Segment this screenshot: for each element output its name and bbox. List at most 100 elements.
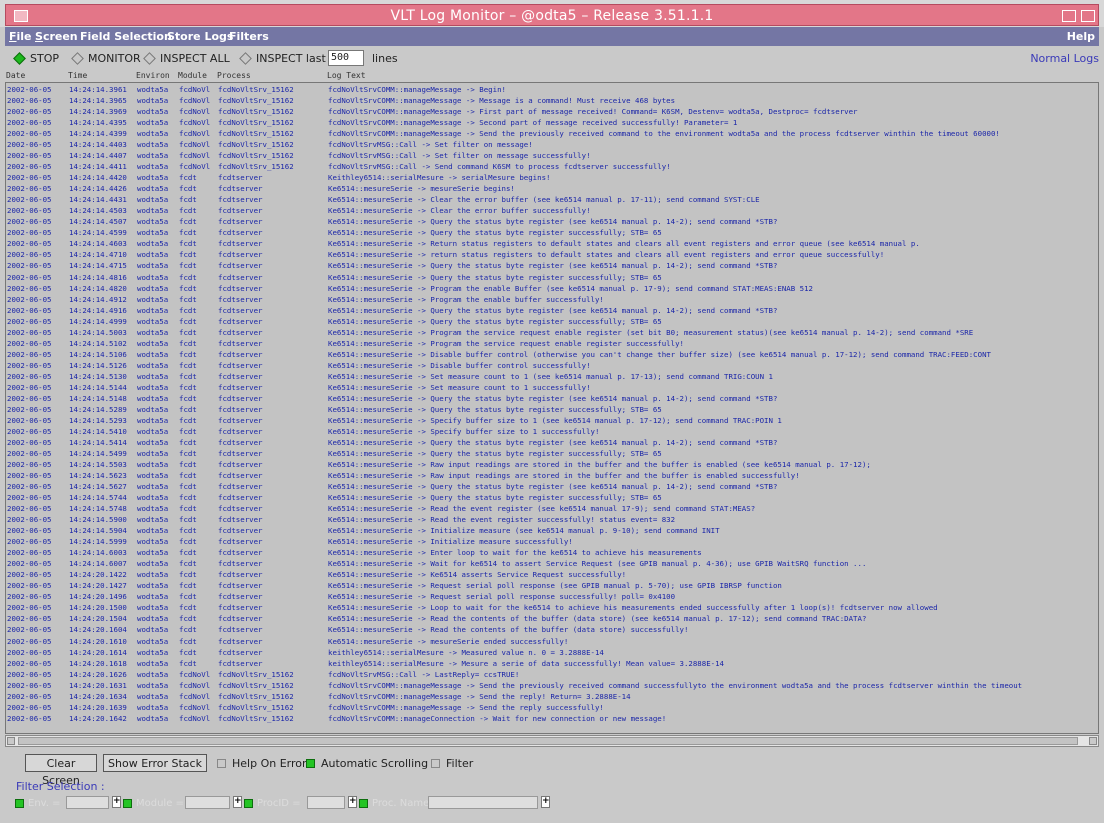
log-row[interactable]: 2002-06-05 14:24:14.5410 wodta5a fcdt fcdtse…	[6, 427, 1098, 436]
log-row[interactable]: 2002-06-05 14:24:14.4420 wodta5a fcdt fcdtse…	[6, 173, 1098, 182]
log-row[interactable]: 2002-06-05 14:24:20.1422 wodta5a fcdt fcdtse…	[6, 570, 1098, 579]
col-date[interactable]: Date	[6, 71, 25, 80]
inspect-last-radio[interactable]: INSPECT last	[239, 51, 326, 65]
col-environ[interactable]: Environ	[136, 71, 170, 80]
module-add-icon[interactable]: +	[233, 796, 242, 808]
log-row[interactable]: 2002-06-05 14:24:14.5003 wodta5a fcdt fcdtse…	[6, 328, 1098, 337]
env-add-icon[interactable]: +	[112, 796, 121, 808]
log-row[interactable]: 2002-06-05 14:24:14.4503 wodta5a fcdt fcdtse…	[6, 206, 1098, 215]
procid-filter-toggle[interactable]: ProcID =	[244, 796, 301, 810]
log-row[interactable]: 2002-06-05 14:24:14.4603 wodta5a fcdt fcdtse…	[6, 239, 1098, 248]
log-row[interactable]: 2002-06-05 14:24:20.1610 wodta5a fcdt fcdtse…	[6, 637, 1098, 646]
stop-radio[interactable]: STOP	[13, 51, 59, 65]
menu-help[interactable]: Help	[1067, 30, 1095, 43]
log-row[interactable]: 2002-06-05 14:24:14.6003 wodta5a fcdt fcdtse…	[6, 548, 1098, 557]
log-row[interactable]: 2002-06-05 14:24:20.1604 wodta5a fcdt fcdtse…	[6, 625, 1098, 634]
title-band[interactable]: VLT Log Monitor – @odta5 – Release 3.51.…	[5, 4, 1099, 26]
log-row[interactable]: 2002-06-05 14:24:14.3961 wodta5a fcdNoVl fcd…	[6, 85, 1098, 94]
horizontal-scrollbar[interactable]	[5, 735, 1099, 747]
env-filter-toggle[interactable]: Env. =	[15, 796, 61, 810]
log-row[interactable]: 2002-06-05 14:24:14.4710 wodta5a fcdt fcdtse…	[6, 250, 1098, 259]
log-row[interactable]: 2002-06-05 14:24:14.4431 wodta5a fcdt fcdtse…	[6, 195, 1098, 204]
log-row[interactable]: 2002-06-05 14:24:14.5627 wodta5a fcdt fcdtse…	[6, 482, 1098, 491]
menu-screen[interactable]: Screen	[35, 30, 78, 43]
log-row[interactable]: 2002-06-05 14:24:14.4403 wodta5a fcdNoVl fcd…	[6, 140, 1098, 149]
module-filter-toggle[interactable]: Module =	[123, 796, 184, 810]
env-filter-input[interactable]	[66, 796, 109, 809]
log-row[interactable]: 2002-06-05 14:24:14.4715 wodta5a fcdt fcdtse…	[6, 261, 1098, 270]
log-row[interactable]: 2002-06-05 14:24:20.1626 wodta5a fcdNoVl fcd…	[6, 670, 1098, 679]
log-row[interactable]: 2002-06-05 14:24:14.3965 wodta5a fcdNoVl fcd…	[6, 96, 1098, 105]
log-row[interactable]: 2002-06-05 14:24:14.5414 wodta5a fcdt fcdtse…	[6, 438, 1098, 447]
col-time[interactable]: Time	[68, 71, 87, 80]
log-row[interactable]: 2002-06-05 14:24:14.5148 wodta5a fcdt fcdtse…	[6, 394, 1098, 403]
log-row[interactable]: 2002-06-05 14:24:14.5904 wodta5a fcdt fcdtse…	[6, 526, 1098, 535]
log-row[interactable]: 2002-06-05 14:24:20.1614 wodta5a fcdt fcdtse…	[6, 648, 1098, 657]
procname-filter-input[interactable]	[428, 796, 538, 809]
log-row[interactable]: 2002-06-05 14:24:14.5126 wodta5a fcdt fcdtse…	[6, 361, 1098, 370]
log-row[interactable]: 2002-06-05 14:24:14.4507 wodta5a fcdt fcdtse…	[6, 217, 1098, 226]
log-row[interactable]: 2002-06-05 14:24:20.1427 wodta5a fcdt fcdtse…	[6, 581, 1098, 590]
inspect-all-radio[interactable]: INSPECT ALL	[143, 51, 230, 65]
log-row[interactable]: 2002-06-05 14:24:20.1504 wodta5a fcdt fcdtse…	[6, 614, 1098, 623]
minimize-icon[interactable]	[1062, 10, 1076, 22]
log-row[interactable]: 2002-06-05 14:24:14.5748 wodta5a fcdt fcdtse…	[6, 504, 1098, 513]
scroll-left-icon[interactable]	[7, 737, 15, 745]
log-row[interactable]: 2002-06-05 14:24:20.1634 wodta5a fcdNoVl fcd…	[6, 692, 1098, 701]
automatic-scrolling-checkbox[interactable]: Automatic Scrolling	[306, 756, 428, 770]
log-row[interactable]: 2002-06-05 14:24:14.4820 wodta5a fcdt fcdtse…	[6, 284, 1098, 293]
log-list[interactable]: 2002-06-05 14:24:14.3961 wodta5a fcdNoVl fcd…	[5, 82, 1099, 734]
log-row[interactable]: 2002-06-05 14:24:20.1500 wodta5a fcdt fcdtse…	[6, 603, 1098, 612]
help-on-error-checkbox[interactable]: Help On Error	[217, 756, 307, 770]
log-row[interactable]: 2002-06-05 14:24:14.4816 wodta5a fcdt fcdtse…	[6, 273, 1098, 282]
monitor-radio[interactable]: MONITOR	[71, 51, 141, 65]
log-row[interactable]: 2002-06-05 14:24:14.5503 wodta5a fcdt fcdtse…	[6, 460, 1098, 469]
normal-logs-link[interactable]: Normal Logs	[1030, 52, 1099, 65]
log-row[interactable]: 2002-06-05 14:24:14.5744 wodta5a fcdt fcdtse…	[6, 493, 1098, 502]
module-filter-input[interactable]	[185, 796, 230, 809]
log-row[interactable]: 2002-06-05 14:24:20.1496 wodta5a fcdt fcdtse…	[6, 592, 1098, 601]
log-row[interactable]: 2002-06-05 14:24:14.5130 wodta5a fcdt fcdtse…	[6, 372, 1098, 381]
log-row[interactable]: 2002-06-05 14:24:14.3969 wodta5a fcdNoVl fcd…	[6, 107, 1098, 116]
log-row[interactable]: 2002-06-05 14:24:14.4395 wodta5a fcdNoVl fcd…	[6, 118, 1098, 127]
log-row[interactable]: 2002-06-05 14:24:14.4599 wodta5a fcdt fcdtse…	[6, 228, 1098, 237]
log-row[interactable]: 2002-06-05 14:24:14.4912 wodta5a fcdt fcdtse…	[6, 295, 1098, 304]
procname-add-icon[interactable]: +	[541, 796, 550, 808]
log-row[interactable]: 2002-06-05 14:24:14.5289 wodta5a fcdt fcdtse…	[6, 405, 1098, 414]
log-row[interactable]: 2002-06-05 14:24:14.5106 wodta5a fcdt fcdtse…	[6, 350, 1098, 359]
log-row[interactable]: 2002-06-05 14:24:20.1618 wodta5a fcdt fcdtse…	[6, 659, 1098, 668]
procid-add-icon[interactable]: +	[348, 796, 357, 808]
scroll-right-icon[interactable]	[1089, 737, 1097, 745]
log-row[interactable]: 2002-06-05 14:24:14.4399 wodta5a fcdNoVl fcd…	[6, 129, 1098, 138]
log-row[interactable]: 2002-06-05 14:24:20.1631 wodta5a fcdNoVl fcd…	[6, 681, 1098, 690]
procid-filter-input[interactable]	[307, 796, 345, 809]
log-row[interactable]: 2002-06-05 14:24:14.6007 wodta5a fcdt fcdtse…	[6, 559, 1098, 568]
log-row[interactable]: 2002-06-05 14:24:20.1642 wodta5a fcdNoVl fcd…	[6, 714, 1098, 723]
menu-filters[interactable]: Filters	[229, 30, 269, 43]
clear-screen-button[interactable]: Clear Screen	[25, 754, 97, 787]
col-module[interactable]: Module	[178, 71, 207, 80]
log-row[interactable]: 2002-06-05 14:24:14.4411 wodta5a fcdNoVl fcd…	[6, 162, 1098, 171]
menu-field-selection[interactable]: Field Selection	[80, 30, 172, 43]
log-row[interactable]: 2002-06-05 14:24:14.5102 wodta5a fcdt fcdtse…	[6, 339, 1098, 348]
menu-store-logs[interactable]: Store Logs	[167, 30, 233, 43]
inspect-last-lines-input[interactable]: 500	[328, 50, 364, 66]
log-row[interactable]: 2002-06-05 14:24:14.4916 wodta5a fcdt fcdtse…	[6, 306, 1098, 315]
log-row[interactable]: 2002-06-05 14:24:14.5293 wodta5a fcdt fcdtse…	[6, 416, 1098, 425]
scroll-thumb[interactable]	[18, 737, 1078, 745]
filter-checkbox[interactable]: Filter	[431, 756, 473, 770]
log-row[interactable]: 2002-06-05 14:24:14.4407 wodta5a fcdNoVl fcd…	[6, 151, 1098, 160]
log-row[interactable]: 2002-06-05 14:24:14.5499 wodta5a fcdt fcdtse…	[6, 449, 1098, 458]
show-error-stack-button[interactable]: Show Error Stack	[103, 754, 207, 772]
log-row[interactable]: 2002-06-05 14:24:20.1639 wodta5a fcdNoVl fcd…	[6, 703, 1098, 712]
log-row[interactable]: 2002-06-05 14:24:14.4999 wodta5a fcdt fcdtse…	[6, 317, 1098, 326]
menu-file[interactable]: File	[9, 30, 32, 43]
log-row[interactable]: 2002-06-05 14:24:14.5144 wodta5a fcdt fcdtse…	[6, 383, 1098, 392]
col-log-text[interactable]: Log Text	[327, 71, 366, 80]
maximize-icon[interactable]	[1081, 10, 1095, 22]
log-row[interactable]: 2002-06-05 14:24:14.4426 wodta5a fcdt fcdtse…	[6, 184, 1098, 193]
col-process[interactable]: Process	[217, 71, 251, 80]
log-row[interactable]: 2002-06-05 14:24:14.5999 wodta5a fcdt fcdtse…	[6, 537, 1098, 546]
log-row[interactable]: 2002-06-05 14:24:14.5900 wodta5a fcdt fcdtse…	[6, 515, 1098, 524]
log-row[interactable]: 2002-06-05 14:24:14.5623 wodta5a fcdt fcdtse…	[6, 471, 1098, 480]
